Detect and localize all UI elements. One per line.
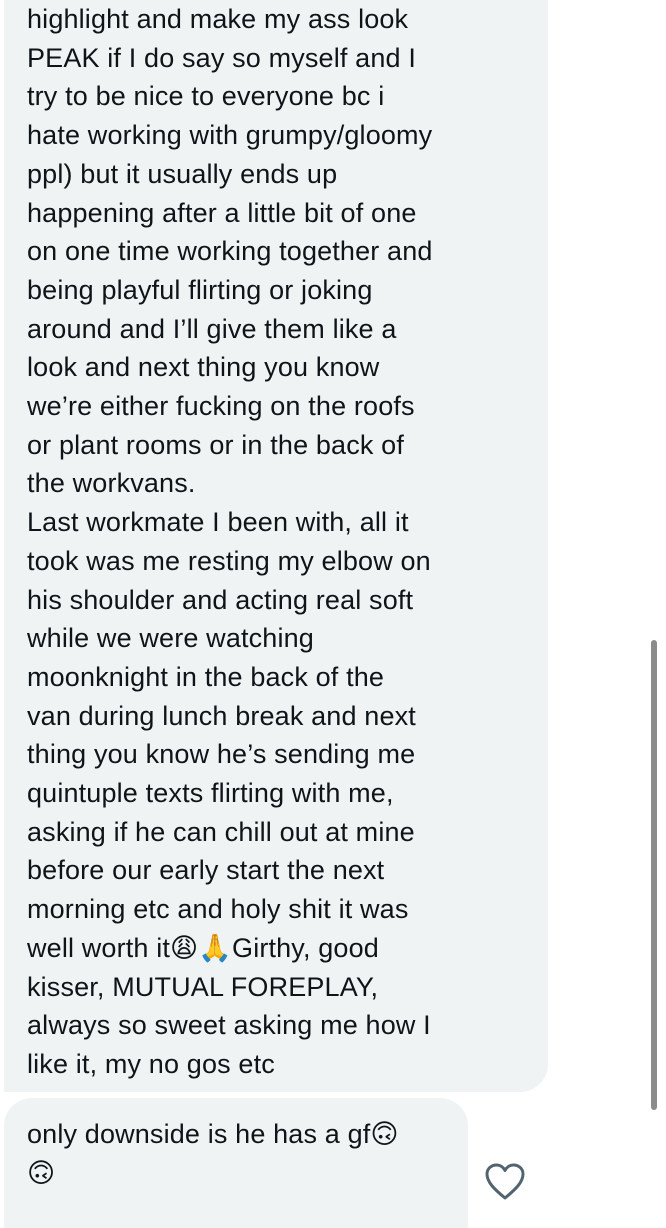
scrollbar[interactable] — [651, 640, 657, 1110]
message-bubble[interactable]: only downside is he has a gf🙃 🙃 — [4, 1098, 468, 1228]
message-bubble[interactable]: highlight and make my ass look PEAK if I… — [4, 0, 548, 1092]
heart-outline-icon[interactable] — [484, 1162, 526, 1202]
message-text: only downside is he has a gf🙃 🙃 — [27, 1119, 399, 1188]
message-text: highlight and make my ass look PEAK if I… — [27, 4, 433, 1079]
